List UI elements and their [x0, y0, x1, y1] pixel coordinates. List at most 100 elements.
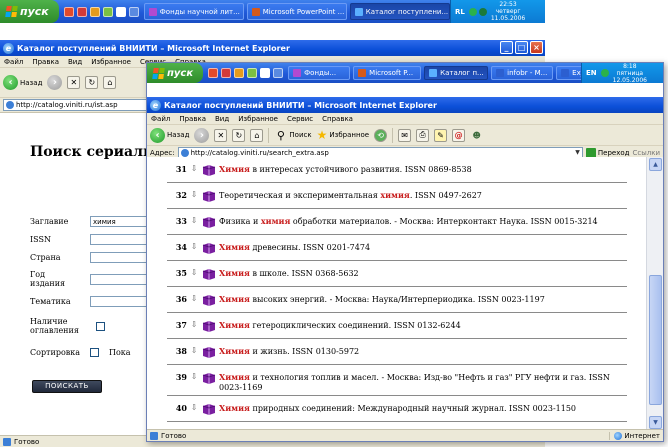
menu-view[interactable]: Вид: [68, 58, 82, 66]
scroll-down-arrow-icon[interactable]: ▼: [649, 416, 662, 429]
opera-icon[interactable]: [76, 6, 87, 17]
book-icon[interactable]: [201, 216, 217, 228]
toc-checkbox[interactable]: [96, 321, 105, 331]
desktop-icon[interactable]: [115, 6, 126, 17]
book-icon[interactable]: [201, 372, 217, 384]
folder-icon[interactable]: [102, 6, 113, 17]
down-arrow-icon[interactable]: ⇩: [187, 268, 201, 278]
scroll-thumb[interactable]: [649, 275, 662, 405]
down-arrow-icon[interactable]: ⇩: [187, 190, 201, 200]
taskbar-task[interactable]: Microsoft PowerPoint ...: [246, 3, 347, 20]
network-icon[interactable]: [273, 68, 284, 78]
down-arrow-icon[interactable]: ⇩: [187, 216, 201, 226]
refresh-icon[interactable]: ↻: [232, 128, 246, 142]
down-arrow-icon[interactable]: ⇩: [187, 164, 201, 174]
favorites-button[interactable]: ★ Избранное: [317, 128, 370, 142]
go-button[interactable]: Переход: [585, 147, 629, 158]
menu-help[interactable]: Справка: [322, 115, 353, 123]
taskbar-task[interactable]: Фонды научной лит...: [143, 3, 244, 20]
ie-icon[interactable]: [63, 6, 74, 17]
result-title[interactable]: Теоретическая и экспериментальная химия.…: [219, 190, 627, 201]
menu-favorites[interactable]: Избранное: [91, 58, 131, 66]
network-icon[interactable]: [128, 6, 139, 17]
result-title[interactable]: Химия в интересах устойчивого развития. …: [219, 164, 627, 175]
menu-tools[interactable]: Сервис: [287, 115, 313, 123]
tray-icon[interactable]: [600, 69, 609, 77]
print-icon[interactable]: ⎙: [416, 128, 430, 142]
ie-icon[interactable]: [208, 68, 219, 78]
back-button[interactable]: ‹ Назад: [3, 75, 42, 90]
edit-icon[interactable]: ✎: [434, 128, 448, 142]
language-indicator[interactable]: EN: [586, 69, 597, 77]
back-button[interactable]: ‹ Назад: [150, 127, 189, 143]
forward-button[interactable]: ›: [47, 75, 63, 90]
mail-icon[interactable]: ✉: [398, 128, 412, 142]
book-icon[interactable]: [201, 242, 217, 254]
down-arrow-icon[interactable]: ⇩: [187, 320, 201, 330]
front-title-bar[interactable]: e Каталог поступлений ВНИИТИ – Microsoft…: [147, 97, 663, 113]
taskbar-task[interactable]: Каталог п...: [424, 66, 489, 80]
history-icon[interactable]: ⟲: [374, 128, 388, 142]
menu-file[interactable]: Файл: [4, 58, 23, 66]
desktop-icon[interactable]: [260, 68, 271, 78]
media-icon[interactable]: [234, 68, 245, 78]
result-title[interactable]: Химия природных соединений: Международны…: [219, 403, 627, 414]
folder-icon[interactable]: [247, 68, 258, 78]
menu-edit[interactable]: Правка: [32, 58, 59, 66]
result-row[interactable]: 34 ⇩ Химия древесины. ISSN 0201-7474: [167, 239, 627, 261]
start-button[interactable]: пуск: [147, 63, 204, 83]
down-arrow-icon[interactable]: ⇩: [187, 372, 201, 382]
mail-at-icon[interactable]: @: [452, 128, 466, 142]
book-icon[interactable]: [201, 268, 217, 280]
links-label[interactable]: Ссылки: [632, 149, 660, 157]
sort-checkbox[interactable]: [90, 348, 99, 357]
book-icon[interactable]: [201, 320, 217, 332]
taskbar-task[interactable]: Фонды...: [288, 66, 351, 80]
tray-icon[interactable]: [478, 7, 487, 16]
taskbar-task[interactable]: Microsoft P...: [353, 66, 422, 80]
result-title[interactable]: Химия в школе. ISSN 0368-5632: [219, 268, 627, 279]
dropdown-arrow-icon[interactable]: ▼: [575, 149, 580, 156]
result-title[interactable]: Химия и жизнь. ISSN 0130-5972: [219, 346, 627, 357]
tray-icon[interactable]: [468, 7, 477, 16]
taskbar-task[interactable]: Каталог поступлени...: [349, 3, 450, 20]
refresh-icon[interactable]: ↻: [85, 76, 99, 89]
home-icon[interactable]: ⌂: [103, 76, 117, 89]
book-icon[interactable]: [201, 403, 217, 415]
maximize-button[interactable]: □: [515, 41, 528, 54]
media-icon[interactable]: [89, 6, 100, 17]
menu-file[interactable]: Файл: [151, 115, 170, 123]
taskbar-task[interactable]: infobr - M...: [491, 66, 554, 80]
down-arrow-icon[interactable]: ⇩: [187, 294, 201, 304]
vertical-scrollbar[interactable]: ▲ ▼: [646, 157, 663, 430]
result-title[interactable]: Химия гетероциклических соединений. ISSN…: [219, 320, 627, 331]
result-row[interactable]: 40 ⇩ Химия природных соединений: Междунаро…: [167, 400, 627, 422]
result-row[interactable]: 35 ⇩ Химия в школе. ISSN 0368-5632: [167, 265, 627, 287]
messenger-icon[interactable]: ☻: [470, 129, 483, 142]
menu-favorites[interactable]: Избранное: [238, 115, 278, 123]
forward-button[interactable]: ›: [194, 127, 210, 143]
result-title[interactable]: Химия и технология топлив и масел. - Мос…: [219, 372, 627, 393]
menu-view[interactable]: Вид: [215, 115, 229, 123]
search-button[interactable]: ПОИСКАТЬ: [32, 380, 102, 393]
result-row[interactable]: 37 ⇩ Химия гетероциклических соединений. I…: [167, 317, 627, 339]
down-arrow-icon[interactable]: ⇩: [187, 346, 201, 356]
result-row[interactable]: 32 ⇩ Теоретическая и экспериментальная хим…: [167, 187, 627, 209]
result-row[interactable]: 33 ⇩ Физика и химия обработки материалов. …: [167, 213, 627, 235]
home-icon[interactable]: ⌂: [250, 128, 264, 142]
menu-edit[interactable]: Правка: [179, 115, 206, 123]
book-icon[interactable]: [201, 164, 217, 176]
scroll-up-arrow-icon[interactable]: ▲: [649, 158, 662, 171]
book-icon[interactable]: [201, 294, 217, 306]
search-button[interactable]: ⚲ Поиск: [274, 129, 312, 142]
result-title[interactable]: Химия древесины. ISSN 0201-7474: [219, 242, 627, 253]
result-row[interactable]: 38 ⇩ Химия и жизнь. ISSN 0130-5972: [167, 343, 627, 365]
close-button[interactable]: ×: [530, 41, 543, 54]
result-row[interactable]: 31 ⇩ Химия в интересах устойчивого развити…: [167, 161, 627, 183]
result-title[interactable]: Физика и химия обработки материалов. - М…: [219, 216, 627, 227]
opera-icon[interactable]: [221, 68, 232, 78]
start-button[interactable]: пуск: [0, 0, 59, 23]
result-row[interactable]: 39 ⇩ Химия и технология топлив и масел. - …: [167, 369, 627, 396]
stop-icon[interactable]: ✕: [67, 76, 81, 89]
book-icon[interactable]: [201, 346, 217, 358]
